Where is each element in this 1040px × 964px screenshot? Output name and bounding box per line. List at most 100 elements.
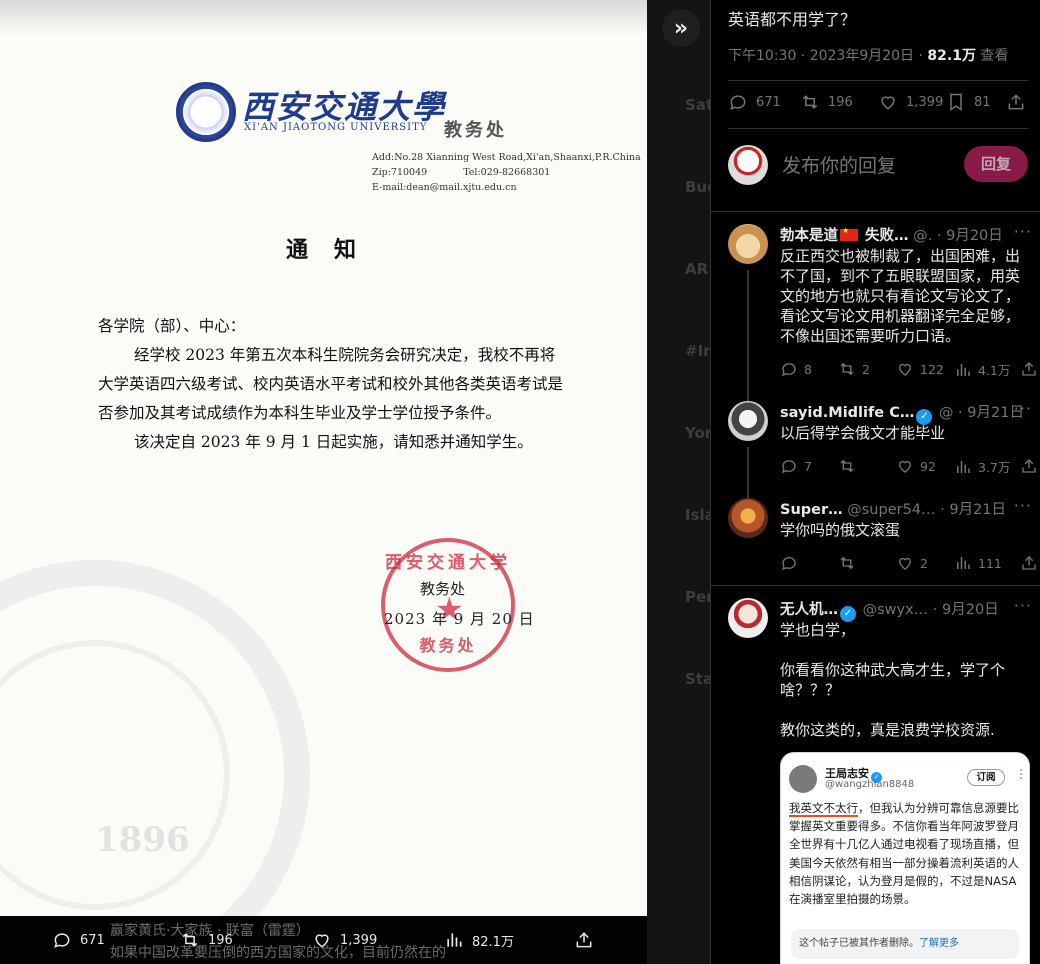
- reply-input[interactable]: 发布你的回复: [782, 151, 896, 178]
- reply-icon: [781, 363, 796, 377]
- reply-item[interactable]: 勃本是道 失败… @. · 9月20日 ··· 反正西交也被制裁了，出国困难，出…: [728, 222, 1040, 418]
- more-options-icon[interactable]: ···: [1014, 596, 1032, 615]
- salutation: 各学院（部）、中心：: [98, 317, 246, 335]
- double-chevron-right-icon: »: [673, 15, 689, 41]
- repost-button[interactable]: [838, 554, 862, 572]
- share-button[interactable]: [1020, 360, 1038, 378]
- viewer-reply-button[interactable]: 671: [52, 930, 105, 950]
- divider: [728, 128, 1028, 129]
- viewer-action-bar: 赢家黄氏·大家族 · 联富（雷霆） 如果中国改革要压倒的西方国家的文化，目前仍然…: [0, 916, 647, 964]
- bookmark-icon: [950, 93, 962, 111]
- tweet-text: 英语都不用学了？: [728, 10, 857, 29]
- more-options-icon: ⋮: [1015, 767, 1027, 781]
- heart-icon: [315, 934, 329, 948]
- views-button[interactable]: 111: [954, 554, 1002, 572]
- image-viewer: Sat Bud AR #In Yor Isla Per Sta 1896 西安交…: [0, 0, 718, 964]
- viewer-share-button[interactable]: [574, 930, 594, 950]
- viewer-repost-button[interactable]: 196: [180, 930, 233, 950]
- tweet-views-count: 82.1万: [927, 48, 976, 64]
- official-stamp: 西安交通大学 ★ 教务处: [381, 538, 515, 672]
- reply-item[interactable]: sayid.Midlife C… ✓ @ · 9月21日 ··· 以后得学会俄文才…: [728, 399, 1040, 499]
- reply-handle[interactable]: @super54…: [843, 502, 935, 518]
- letterhead-address: Add:No.28 Xianning West Road,Xi'an,Shaan…: [372, 152, 641, 193]
- viewer-views-button[interactable]: 82.1万: [444, 930, 514, 950]
- repost-button[interactable]: [838, 457, 862, 475]
- reply-icon: [54, 933, 70, 948]
- heart-icon: [899, 557, 911, 570]
- embed-text: 我英文不太行，但我认为分辨可靠信息源要比掌握英文重要得多。不信你看当年阿波罗登月…: [789, 801, 1019, 907]
- repost-button[interactable]: 196: [800, 92, 853, 112]
- views-button[interactable]: 4.1万: [954, 360, 1010, 379]
- reply-composer: 发布你的回复 回复: [728, 145, 1028, 187]
- reply-text: 以后得学会俄文才能毕业: [780, 424, 946, 442]
- reply-button[interactable]: 8: [780, 360, 812, 378]
- divider: [711, 211, 1040, 212]
- embedded-screenshot[interactable]: 王局志安 ✓ @wangzhian8848 订阅 ⋮ 我英文不太行，但我认为分辨可…: [780, 752, 1030, 964]
- like-button[interactable]: 2: [896, 554, 928, 572]
- notice-title: 通知: [286, 237, 383, 263]
- deleted-post-notice: 这个帖子已被其作者删除。了解更多: [791, 929, 1019, 959]
- collapse-panel-button[interactable]: »: [662, 9, 700, 47]
- heart-icon: [899, 363, 911, 376]
- avatar: [728, 145, 768, 185]
- reply-author-name[interactable]: 勃本是道: [780, 228, 838, 244]
- bookmark-button[interactable]: 81: [946, 92, 991, 112]
- background-timeline: Sat Bud AR #In Yor Isla Per Sta: [647, 0, 718, 964]
- reply-submit-button[interactable]: 回复: [964, 146, 1028, 182]
- reply-date[interactable]: · 9月21日: [936, 502, 1006, 518]
- share-icon: [576, 932, 592, 948]
- notice-paragraph: 该决定自 2023 年 9 月 1 日起实施，请知悉并通知学生。: [134, 433, 533, 451]
- repost-icon: [182, 933, 198, 947]
- thread-panel: 英语都不用学了？ 下午10:30 · 2023年9月20日 · 82.1万 查看…: [710, 0, 1040, 964]
- reply-author-name[interactable]: Super…: [780, 502, 843, 518]
- reply-handle[interactable]: @swyx…: [858, 602, 929, 618]
- reply-handle[interactable]: @.: [909, 228, 932, 244]
- views-button[interactable]: 3.7万: [954, 457, 1010, 476]
- reply-button[interactable]: [780, 554, 804, 572]
- reply-icon: [781, 460, 796, 474]
- notice-paragraph: 经学校 2023 年第五次本科生院院务会研究决定，我校不再将大学英语四六级考试、…: [98, 346, 564, 422]
- divider: [728, 80, 1028, 81]
- more-options-icon[interactable]: ···: [1014, 399, 1032, 418]
- reply-author-name[interactable]: sayid.Midlife C…: [780, 405, 914, 421]
- notice-body: 各学院（部）、中心： 经学校 2023 年第五次本科生院院务会研究决定，我校不再…: [98, 312, 568, 457]
- reply-date[interactable]: · 9月20日: [932, 228, 1003, 244]
- reply-icon: [781, 557, 796, 571]
- notice-document-image[interactable]: 1896 西安交通大學 XI'AN JIAOTONG UNIVERSITY 教务…: [0, 0, 647, 916]
- like-button[interactable]: 122: [896, 360, 944, 378]
- reply-text: 学也白学， 你看看你这种武大高才生，学了个啥？？？ 教你这类的，真是浪费学校资源…: [780, 621, 1006, 739]
- reply-icon: [730, 95, 746, 110]
- reply-item[interactable]: Super… @super54… · 9月21日 ··· 学你吗的俄文滚蛋 2 …: [728, 496, 1040, 578]
- share-button[interactable]: [1020, 457, 1038, 475]
- tweet-meta: 下午10:30 · 2023年9月20日 · 82.1万 查看: [728, 48, 1009, 64]
- repost-icon: [802, 95, 818, 109]
- repost-icon: [840, 362, 854, 376]
- university-name-en: XI'AN JIAOTONG UNIVERSITY: [244, 122, 428, 133]
- reply-actions: 7 92 3.7万: [780, 457, 1036, 477]
- avatar: [728, 401, 768, 441]
- views-chart-icon: [957, 363, 970, 376]
- heart-icon: [899, 460, 911, 473]
- share-button[interactable]: [1006, 92, 1026, 112]
- embed-handle: @wangzhian8848: [825, 779, 915, 790]
- learn-more-link: 了解更多: [919, 938, 959, 949]
- reply-handle[interactable]: @: [934, 405, 954, 421]
- viewer-like-button[interactable]: 1,399: [312, 930, 377, 950]
- more-options-icon[interactable]: ···: [1014, 222, 1032, 241]
- reply-button[interactable]: 671: [728, 92, 781, 112]
- repost-button[interactable]: 2: [838, 360, 870, 378]
- reply-author-name[interactable]: 无人机…: [780, 602, 838, 618]
- avatar: [728, 224, 768, 264]
- repost-icon: [840, 556, 854, 570]
- more-options-icon[interactable]: ···: [1014, 496, 1032, 515]
- like-button[interactable]: 1,399: [878, 92, 943, 112]
- avatar: [789, 765, 817, 793]
- tweet-timestamp[interactable]: 下午10:30 · 2023年9月20日 ·: [728, 48, 927, 64]
- like-button[interactable]: 92: [896, 457, 936, 475]
- reply-date[interactable]: · 9月20日: [928, 602, 999, 618]
- avatar: [728, 598, 768, 638]
- reply-button[interactable]: 7: [780, 457, 812, 475]
- signature-date: 2023 年 9 月 20 日: [384, 610, 535, 628]
- share-button[interactable]: [1020, 554, 1038, 572]
- divider: [711, 585, 1040, 586]
